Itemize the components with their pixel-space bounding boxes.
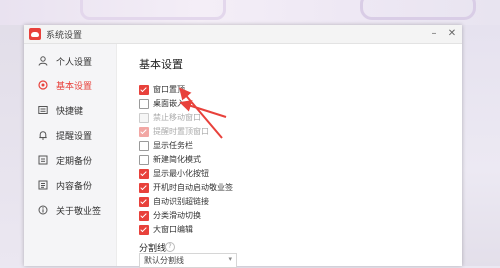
annotation-arrow — [179, 100, 227, 118]
annotation-arrow — [179, 87, 223, 139]
annotation-arrows — [179, 87, 227, 139]
